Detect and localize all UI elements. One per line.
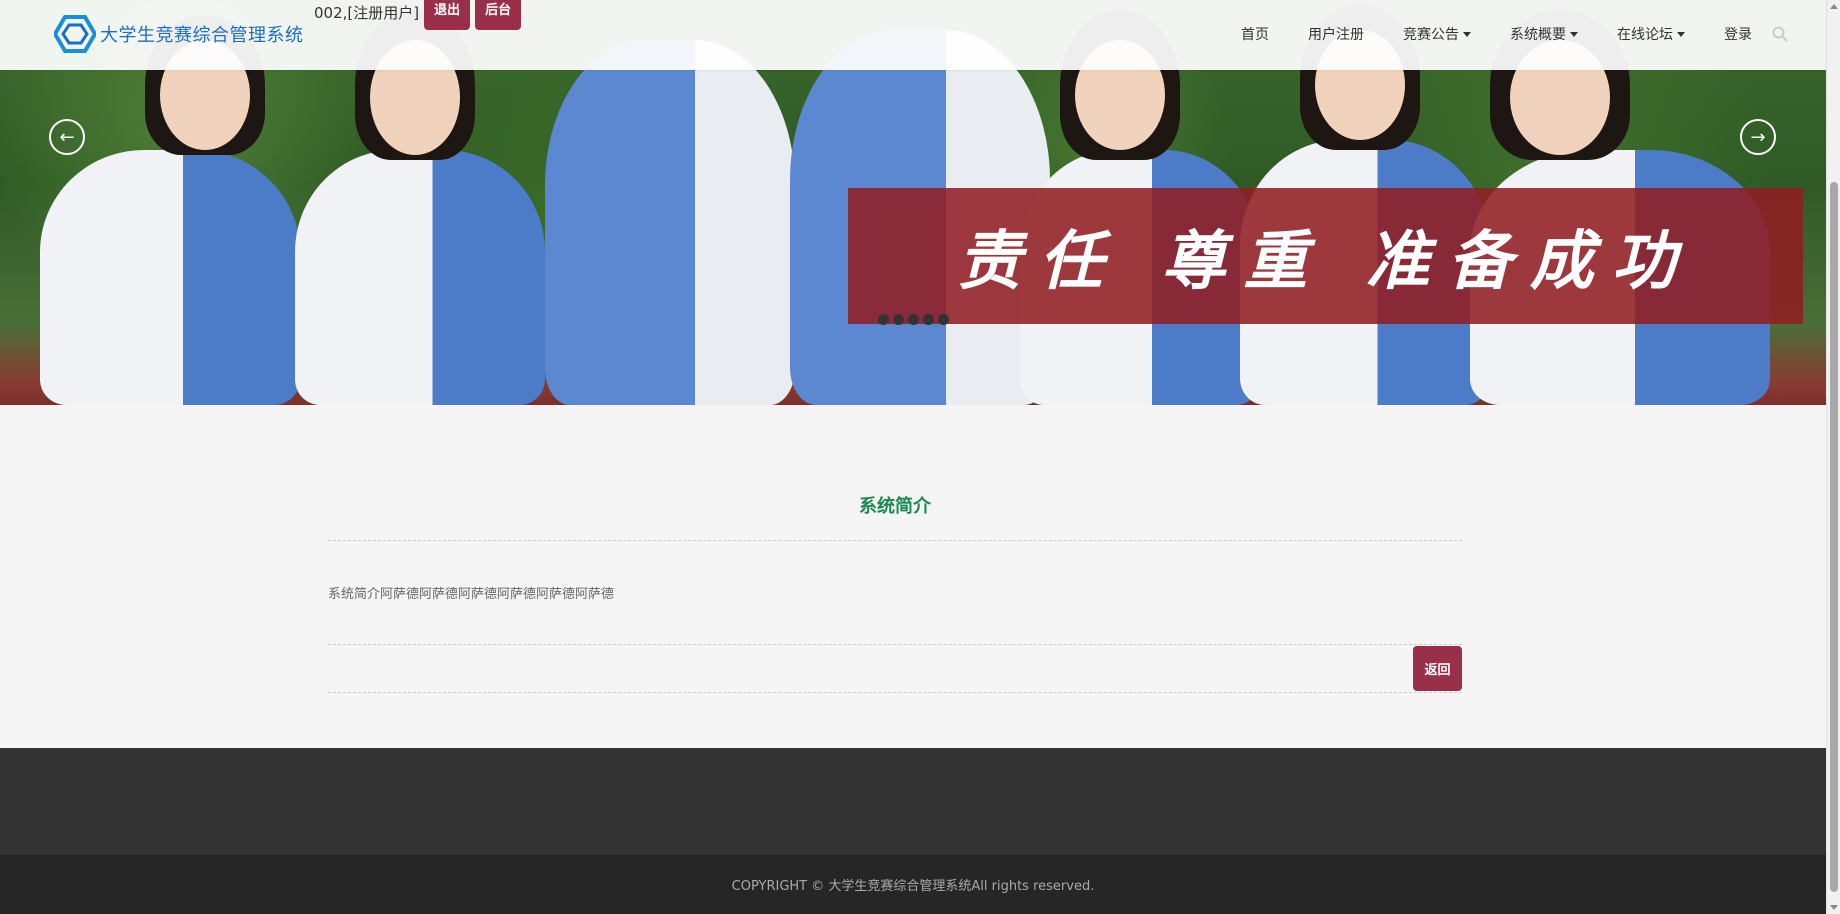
top-header: 大学生竞赛综合管理系统 002,[注册用户] 退出 后台 首页 用户注册 竞赛公… — [0, 0, 1826, 70]
nav-label: 首页 — [1241, 27, 1269, 43]
carousel-dot[interactable] — [908, 314, 919, 325]
site-logo[interactable]: 大学生竞赛综合管理系统 — [54, 14, 304, 54]
logout-button[interactable]: 退出 — [424, 0, 471, 30]
page-scrollbar[interactable] — [1826, 0, 1840, 914]
scroll-thumb[interactable] — [1830, 182, 1838, 892]
page-title: 系统简介 — [859, 496, 931, 517]
hexagon-logo-icon — [54, 15, 96, 53]
user-bar: 002,[注册用户] 退出 后台 — [314, 0, 522, 30]
caret-down-icon — [1677, 31, 1685, 37]
scroll-up-icon[interactable] — [1830, 4, 1838, 9]
carousel-prev-button[interactable]: ← — [49, 119, 85, 155]
arrow-right-icon: → — [1750, 126, 1766, 148]
caret-down-icon — [1570, 31, 1578, 37]
nav-register[interactable]: 用户注册 — [1308, 24, 1364, 44]
nav-home[interactable]: 首页 — [1241, 24, 1269, 44]
nav-label: 在线论坛 — [1617, 27, 1673, 43]
footer-bottom: COPYRIGHT © 大学生竞赛综合管理系统All rights reserv… — [0, 855, 1826, 914]
divider — [328, 540, 1462, 541]
carousel-dot[interactable] — [878, 314, 889, 325]
carousel-dot[interactable] — [893, 314, 904, 325]
search-icon[interactable] — [1772, 26, 1788, 42]
banner-slogan: 责任 尊重 准备成功 — [848, 188, 1803, 324]
caret-down-icon — [1463, 31, 1471, 37]
site-title: 大学生竞赛综合管理系统 — [100, 25, 304, 46]
carousel-dot[interactable] — [923, 314, 934, 325]
intro-text: 系统简介阿萨德阿萨德阿萨德阿萨德阿萨德阿萨德 — [328, 587, 615, 602]
carousel-next-button[interactable]: → — [1740, 119, 1776, 155]
nav-announcements[interactable]: 竞赛公告 — [1403, 24, 1471, 44]
divider — [328, 644, 1462, 645]
nav-label: 用户注册 — [1308, 27, 1364, 43]
divider — [328, 692, 1462, 693]
arrow-left-icon: ← — [59, 126, 75, 148]
nav-label: 系统概要 — [1510, 27, 1566, 43]
banner-slogan-text: 责任 尊重 准备成功 — [957, 224, 1694, 299]
main-nav: 首页 用户注册 竞赛公告 系统概要 在线论坛 登录 — [1241, 24, 1826, 44]
nav-login[interactable]: 登录 — [1724, 24, 1752, 44]
copyright-text: COPYRIGHT © 大学生竞赛综合管理系统All rights reserv… — [731, 879, 1095, 894]
footer-top — [0, 748, 1826, 855]
nav-label: 竞赛公告 — [1403, 27, 1459, 43]
carousel-dot[interactable] — [938, 314, 949, 325]
nav-forum[interactable]: 在线论坛 — [1617, 24, 1685, 44]
main-content: 系统简介 系统简介阿萨德阿萨德阿萨德阿萨德阿萨德阿萨德 返回 — [0, 405, 1826, 748]
carousel-indicators — [878, 314, 953, 325]
scroll-down-icon[interactable] — [1830, 905, 1838, 910]
admin-button[interactable]: 后台 — [475, 0, 522, 30]
back-button[interactable]: 返回 — [1413, 646, 1462, 691]
nav-overview[interactable]: 系统概要 — [1510, 24, 1578, 44]
nav-label: 登录 — [1724, 27, 1752, 43]
current-user-label: 002,[注册用户] — [314, 4, 420, 22]
